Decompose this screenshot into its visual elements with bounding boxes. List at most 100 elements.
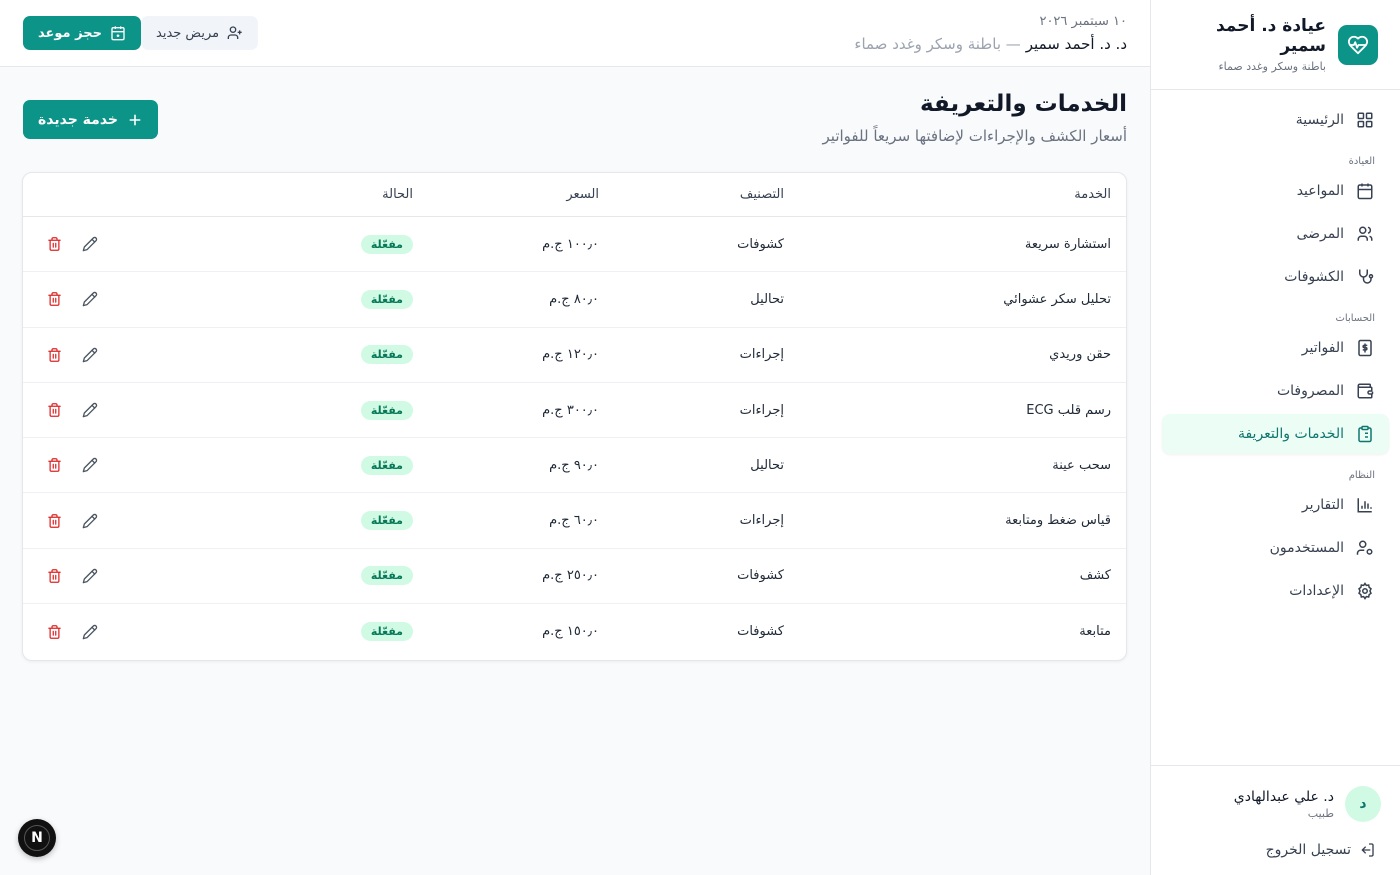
settings-icon — [1355, 581, 1375, 601]
status-cell: مفعّلة — [360, 438, 413, 492]
new-service-label: خدمة جديدة — [38, 111, 118, 128]
bar-chart-icon — [1355, 495, 1375, 515]
table-row: حقن وريدي إجراءات ١٢٠٫٠ ج.م مفعّلة — [23, 328, 1126, 383]
services-table: الخدمة التصنيف السعر الحالة استشارة سريع… — [22, 172, 1127, 661]
edit-icon[interactable] — [82, 457, 98, 473]
status-badge: مفعّلة — [360, 566, 413, 586]
sidebar-nav: الرئيسية العيادة المواعيد المرضى الكشوفا… — [1151, 90, 1400, 611]
service-category: كشوفات — [737, 236, 784, 252]
status-badge: مفعّلة — [360, 289, 413, 309]
edit-icon[interactable] — [82, 236, 98, 252]
new-patient-label: مريض جديد — [156, 25, 220, 41]
row-actions — [46, 549, 98, 603]
sidebar-item-examinations[interactable]: الكشوفات — [1162, 257, 1389, 297]
trash-icon[interactable] — [46, 402, 62, 418]
table-row: متابعة كشوفات ١٥٠٫٠ ج.م مفعّلة — [23, 604, 1126, 659]
sidebar-item-invoices[interactable]: الفواتير — [1162, 328, 1389, 368]
service-name: حقن وريدي — [1049, 347, 1111, 363]
page-subtitle: أسعار الكشف والإجراءات لإضافتها سريعاً ل… — [822, 127, 1127, 145]
clipboard-icon — [1355, 424, 1375, 444]
brand: عيادة د. أحمد سمير باطنة وسكر وغدد صماء — [1151, 0, 1400, 90]
service-price: ٩٠٫٠ ج.م — [549, 457, 599, 473]
sidebar-item-appointments[interactable]: المواعيد — [1162, 171, 1389, 211]
edit-icon[interactable] — [82, 513, 98, 529]
service-name: رسم قلب ECG — [1026, 402, 1111, 418]
sidebar-item-label: الخدمات والتعريفة — [1237, 426, 1344, 442]
sidebar-item-expenses[interactable]: المصروفات — [1162, 371, 1389, 411]
column-header-service: الخدمة — [1074, 187, 1111, 202]
sidebar-item-label: التقارير — [1301, 497, 1344, 513]
sidebar-item-reports[interactable]: التقارير — [1162, 485, 1389, 525]
trash-icon[interactable] — [46, 568, 62, 584]
edit-icon[interactable] — [82, 347, 98, 363]
status-cell: مفعّلة — [360, 217, 413, 271]
logout-button[interactable]: تسجيل الخروج — [1170, 842, 1381, 858]
receipt-icon — [1355, 338, 1375, 358]
row-actions — [46, 328, 98, 382]
plus-icon — [127, 112, 143, 128]
table-row: قياس ضغط ومتابعة إجراءات ٦٠٫٠ ج.م مفعّلة — [23, 493, 1126, 549]
grid-icon — [1355, 110, 1375, 130]
top-header: ١٠ سبتمبر ٢٠٢٦ د. د. أحمد سمير — باطنة و… — [0, 0, 1150, 67]
trash-icon[interactable] — [46, 457, 62, 473]
edit-icon[interactable] — [82, 291, 98, 307]
column-header-status: الحالة — [382, 187, 413, 202]
status-cell: مفعّلة — [360, 272, 413, 326]
section-label-accounts: الحسابات — [1335, 313, 1376, 324]
brand-title: عيادة د. أحمد سمير — [1215, 15, 1326, 56]
sidebar-item-label: الإعدادات — [1289, 583, 1344, 599]
avatar: د — [1345, 786, 1381, 822]
edit-icon[interactable] — [82, 568, 98, 584]
service-category: تحاليل — [750, 291, 784, 307]
sidebar-item-settings[interactable]: الإعدادات — [1162, 571, 1389, 611]
book-appointment-button[interactable]: حجز موعد — [23, 16, 141, 50]
edit-icon[interactable] — [82, 624, 98, 640]
status-badge: مفعّلة — [360, 455, 413, 475]
table-header: الخدمة التصنيف السعر الحالة — [23, 173, 1126, 217]
sidebar-item-users[interactable]: المستخدمون — [1162, 528, 1389, 568]
sidebar-item-services[interactable]: الخدمات والتعريفة — [1162, 414, 1389, 454]
users-icon — [1355, 224, 1375, 244]
sidebar-item-label: الفواتير — [1301, 340, 1344, 356]
sidebar-item-patients[interactable]: المرضى — [1162, 214, 1389, 254]
row-actions — [46, 383, 98, 437]
trash-icon[interactable] — [46, 347, 62, 363]
trash-icon[interactable] — [46, 513, 62, 529]
sidebar-item-label: المصروفات — [1276, 383, 1344, 399]
table-row: استشارة سريعة كشوفات ١٠٠٫٠ ج.م مفعّلة — [23, 217, 1126, 273]
new-service-button[interactable]: خدمة جديدة — [23, 100, 158, 139]
status-cell: مفعّلة — [360, 604, 413, 659]
main-content: الخدمات والتعريفة أسعار الكشف والإجراءات… — [0, 67, 1150, 875]
sidebar-item-label: المستخدمون — [1269, 540, 1344, 556]
status-cell: مفعّلة — [360, 549, 413, 603]
sidebar-item-label: الكشوفات — [1284, 269, 1344, 285]
new-patient-button[interactable]: مريض جديد — [141, 16, 259, 50]
dev-tools-badge[interactable]: N — [18, 819, 56, 857]
trash-icon[interactable] — [46, 291, 62, 307]
table-row: سحب عينة تحاليل ٩٠٫٠ ج.م مفعّلة — [23, 438, 1126, 494]
status-cell: مفعّلة — [360, 328, 413, 382]
user-name: د. علي عبدالهادي — [1233, 788, 1334, 805]
user-cog-icon — [1355, 538, 1375, 558]
table-row: رسم قلب ECG إجراءات ٣٠٠٫٠ ج.م مفعّلة — [23, 383, 1126, 439]
sidebar-item-label: المواعيد — [1296, 183, 1344, 199]
status-cell: مفعّلة — [360, 493, 413, 547]
service-category: كشوفات — [737, 568, 784, 584]
header-doctor: د. د. أحمد سمير — باطنة وسكر وغدد صماء — [854, 35, 1127, 53]
service-category: إجراءات — [739, 347, 784, 363]
table-row: كشف كشوفات ٢٥٠٫٠ ج.م مفعّلة — [23, 549, 1126, 605]
status-cell: مفعّلة — [360, 383, 413, 437]
table-body: استشارة سريعة كشوفات ١٠٠٫٠ ج.م مفعّلة تح… — [23, 217, 1126, 659]
service-category: إجراءات — [739, 402, 784, 418]
trash-icon[interactable] — [46, 624, 62, 640]
service-price: ١٠٠٫٠ ج.م — [542, 236, 599, 252]
service-category: إجراءات — [739, 513, 784, 529]
status-badge: مفعّلة — [360, 234, 413, 254]
service-category: كشوفات — [737, 624, 784, 640]
edit-icon[interactable] — [82, 402, 98, 418]
row-actions — [46, 604, 98, 659]
sidebar-item-home[interactable]: الرئيسية — [1162, 100, 1389, 140]
service-price: ٦٠٫٠ ج.م — [549, 513, 599, 529]
logout-label: تسجيل الخروج — [1265, 842, 1351, 858]
trash-icon[interactable] — [46, 236, 62, 252]
